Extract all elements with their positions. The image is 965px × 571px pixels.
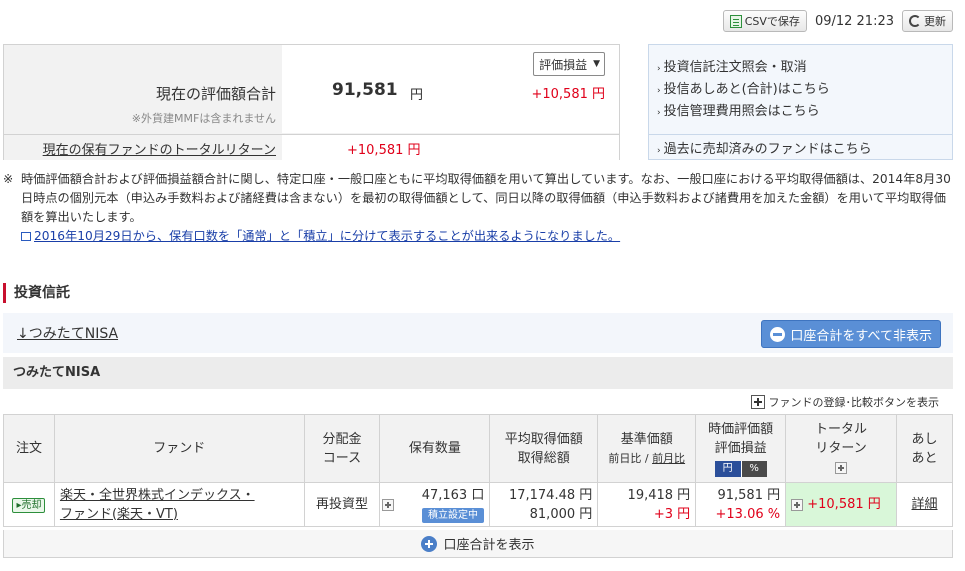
quick-links-box: › 投資信託注文照会・取消 › 投信あしあと(合計)はこちら › 投信管理費用照会はこ… <box>648 44 953 160</box>
detail-link[interactable]: 詳細 <box>912 497 938 512</box>
account-header: つみたてNISA <box>3 357 953 389</box>
avg-price-cell: 17,174.48 円 81,000 円 <box>489 482 599 527</box>
total-valuation-unit: 円 <box>410 88 424 103</box>
window-icon <box>21 232 31 241</box>
ashiato-cell: 詳細 <box>896 482 953 527</box>
topbar: CSVで保存 09/12 21:23 更新 <box>722 10 953 32</box>
total-label-cell: 現在の評価額合計 ※外貨建MMFは含まれません <box>4 45 282 133</box>
show-account-total-label: 口座合計を表示 <box>443 538 535 553</box>
total-return-amount: +10,581 円 <box>807 497 881 512</box>
total-gain-loss: +10,581 円 <box>531 87 605 102</box>
csv-save-button[interactable]: CSVで保存 <box>722 10 807 32</box>
plus-circle-icon <box>421 535 438 552</box>
plus-square-icon <box>750 395 765 409</box>
expand-plus-icon[interactable] <box>835 461 848 474</box>
col-fund: ファンド <box>53 414 305 483</box>
total-return-cell: +10,581 円 <box>785 482 898 527</box>
chevron-down-icon: ▼ <box>593 59 600 69</box>
col-avg-price: 平均取得価額 取得総額 <box>489 414 599 483</box>
col-ashiato: あし あと <box>896 414 953 483</box>
mmf-note: ※外貨建MMFは含まれません <box>131 112 276 125</box>
arrow-right-icon: › <box>657 108 661 118</box>
col-total-return: トータル リターン <box>785 414 898 483</box>
table-row: ▸売却 楽天・全世界株式インデックス・ ファンド(楽天・VT) 再投資型 47,1… <box>3 482 953 527</box>
col-order: 注文 <box>3 414 55 483</box>
yen-percent-toggle[interactable]: 円% <box>714 461 767 477</box>
spreadsheet-icon <box>729 14 742 28</box>
select-value: 評価損益 <box>539 57 588 72</box>
fund-register-label: ファンドの登録･比較ボタンを表示 <box>768 396 940 409</box>
hide-all-totals-button[interactable]: 口座合計をすべて非表示 <box>761 320 941 348</box>
quantity-cell: 47,163 口 積立設定中 <box>379 482 491 527</box>
refresh-icon <box>909 15 921 27</box>
valuation-type-select[interactable]: 評価損益 ▼ <box>533 52 605 76</box>
quick-links-list: › 投資信託注文照会・取消 › 投信あしあと(合計)はこちら › 投信管理費用照会はこ… <box>657 57 830 123</box>
arrow-right-icon: › <box>657 64 661 74</box>
timestamp: 09/12 21:23 <box>814 13 894 29</box>
expand-plus-icon[interactable] <box>791 498 804 511</box>
base-price-cell: 19,418 円 +3 円 <box>597 482 697 527</box>
toggle-yen[interactable]: 円 <box>714 461 741 477</box>
sell-button[interactable]: ▸売却 <box>12 498 46 513</box>
refresh-button[interactable]: 更新 <box>902 10 953 32</box>
col-evaluation: 時価評価額 評価損益 円% <box>695 414 787 483</box>
table-header-row: 注文 ファンド 分配金 コース 保有数量 平均取得価額 取得総額 基準価額 前日比 … <box>3 414 953 483</box>
daily-change-label: 前日比 <box>608 451 642 465</box>
fund-name-cell: 楽天・全世界株式インデックス・ ファンド(楽天・VT) <box>53 482 305 527</box>
display-change-link[interactable]: 2016年10月29日から、保有口数を「通常」と「積立」に分けて表示することが出… <box>34 227 620 246</box>
fund-name-link[interactable]: 楽天・全世界株式インデックス・ ファンド(楽天・VT) <box>60 488 255 522</box>
col-quantity: 保有数量 <box>379 414 491 483</box>
tsumitate-nisa-anchor-link[interactable]: ↓つみたてNISA <box>17 323 118 343</box>
total-return-link[interactable]: 現在の保有ファンドのトータルリターン <box>43 139 276 158</box>
calculation-notes: ※ 時価評価額合計および評価損益額合計に関し、特定口座・一般口座ともに平均取得価… <box>3 170 953 246</box>
link-order-inquiry[interactable]: › 投資信託注文照会・取消 <box>657 57 830 79</box>
link-ashiato[interactable]: › 投信あしあと(合計)はこちら <box>657 79 830 101</box>
note-text: 時価評価額合計および評価損益額合計に関し、特定口座・一般口座ともに平均取得価額を… <box>21 172 951 224</box>
link-sold-funds[interactable]: › 過去に売却済みのファンドはこちら <box>657 138 872 157</box>
section-title: 投資信託 <box>3 283 70 303</box>
arrow-right-icon: › <box>657 86 661 96</box>
fund-table: 注文 ファンド 分配金 コース 保有数量 平均取得価額 取得総額 基準価額 前日比 … <box>3 414 953 527</box>
refresh-label: 更新 <box>924 15 946 28</box>
total-valuation-label: 現在の評価額合計 <box>155 85 276 103</box>
col-base-price: 基準価額 前日比 / 前月比 <box>597 414 697 483</box>
minus-circle-icon <box>770 326 786 342</box>
auto-invest-badge: 積立設定中 <box>422 507 485 523</box>
toggle-percent[interactable]: % <box>740 461 767 477</box>
total-return-value: +10,581 円 <box>347 143 421 158</box>
note-mark: ※ <box>3 172 14 186</box>
csv-save-label: CSVで保存 <box>744 15 800 28</box>
fund-register-toggle[interactable]: ファンドの登録･比較ボタンを表示 <box>750 394 940 410</box>
expand-plus-icon[interactable] <box>382 498 395 511</box>
col-distribution: 分配金 コース <box>303 414 381 483</box>
return-label-cell: 現在の保有ファンドのトータルリターン <box>4 135 282 160</box>
total-value-cell: 評価損益 ▼ 91,581 円 +10,581 円 <box>282 45 619 133</box>
info-link-row: 2016年10月29日から、保有口数を「通常」と「積立」に分けて表示することが出… <box>3 227 953 246</box>
course-cell: 再投資型 <box>303 482 381 527</box>
evaluation-cell: 91,581 円 +13.06 % <box>695 482 787 527</box>
monthly-change-toggle[interactable]: 前月比 <box>652 452 685 465</box>
return-value-cell: +10,581 円 <box>282 135 619 160</box>
valuation-summary: 現在の評価額合計 ※外貨建MMFは含まれません 評価損益 ▼ 91,581 円 … <box>3 44 620 160</box>
arrow-right-icon: › <box>657 146 661 156</box>
total-valuation-value: 91,581 <box>332 80 398 100</box>
order-cell: ▸売却 <box>3 482 55 527</box>
link-management-fee[interactable]: › 投信管理費用照会はこちら <box>657 101 830 123</box>
divider <box>649 134 952 135</box>
account-nav-bar: ↓つみたてNISA 口座合計をすべて非表示 <box>3 313 953 353</box>
quantity-value: 47,163 口 <box>421 487 485 503</box>
hide-all-totals-label: 口座合計をすべて非表示 <box>790 328 932 344</box>
show-account-total-button[interactable]: 口座合計を表示 <box>3 530 953 558</box>
